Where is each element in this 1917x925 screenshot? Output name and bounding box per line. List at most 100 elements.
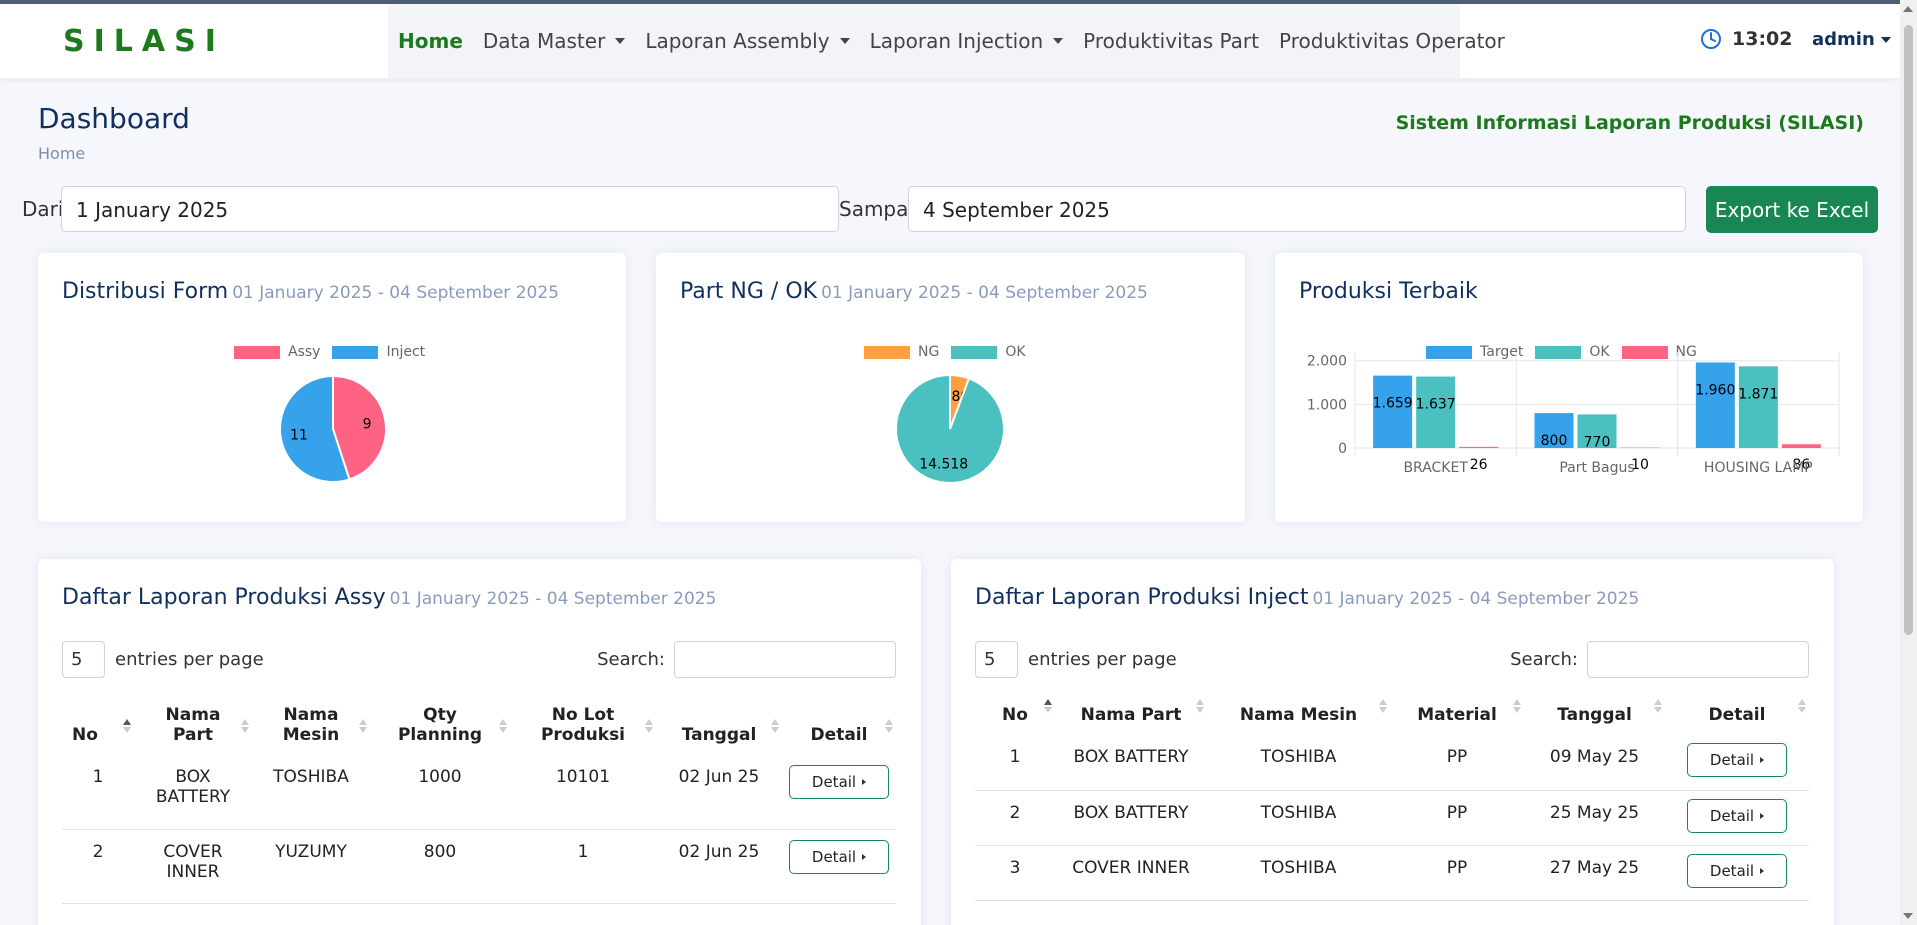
caret-right-icon <box>1760 812 1765 819</box>
per-page-label: entries per page <box>1028 649 1177 670</box>
cell-mesin: TOSHIBA <box>1207 845 1390 901</box>
cell-mesin: TOSHIBA <box>1207 790 1390 846</box>
col-header-label: Nama Part <box>1080 705 1182 725</box>
clock-time: 13:02 <box>1732 28 1793 50</box>
per-page-select[interactable]: 5 <box>62 641 105 678</box>
nav-home-label: Home <box>398 29 463 53</box>
to-date-input[interactable]: 4 September 2025 <box>908 186 1686 232</box>
cell-tanggal: 25 May 25 <box>1524 790 1665 846</box>
col-header-no-lot-produksi[interactable]: No Lot Produksi <box>510 705 656 755</box>
col-header-nama-mesin[interactable]: Nama Mesin <box>252 705 370 755</box>
card-title-text: Daftar Laporan Produksi Assy <box>62 585 386 610</box>
cell-part: COVER INNER <box>134 829 252 904</box>
cell-no: 2 <box>975 790 1055 846</box>
sort-icon <box>1798 697 1807 715</box>
col-header-nama-part[interactable]: Nama Part <box>134 705 252 755</box>
chevron-down-icon <box>615 38 626 44</box>
detail-button[interactable]: Detail <box>1687 853 1787 888</box>
nav-produktivitas-part-label: Produktivitas Part <box>1083 29 1259 53</box>
cell-part: COVER INNER <box>1055 845 1207 901</box>
brand-logo[interactable]: SILASI <box>63 24 225 59</box>
col-header-nama-mesin[interactable]: Nama Mesin <box>1207 699 1390 735</box>
search-input[interactable] <box>1587 641 1809 678</box>
produksi-terbaik-card: Produksi Terbaik Target OK NG 2.000 1.000… <box>1275 253 1863 522</box>
x-tick-label: Part Bagus <box>1559 460 1634 476</box>
card-title-text: Daftar Laporan Produksi Inject <box>975 585 1309 610</box>
table-row: 1 BOX BATTERY TOSHIBA PP 09 May 25 Detai… <box>975 735 1809 791</box>
cell-no: 3 <box>975 845 1055 901</box>
bar-value-label: 800 <box>1541 433 1568 449</box>
cell-lot: 1 <box>510 829 656 904</box>
cell-qty: 800 <box>370 829 510 904</box>
detail-button-label: Detail <box>1709 751 1755 769</box>
table-header-row: No Nama Part Nama Mesin Material Tanggal… <box>975 699 1809 735</box>
table-search: Search: <box>1510 641 1809 678</box>
detail-button-label: Detail <box>1709 861 1755 880</box>
cell-mesin: TOSHIBA <box>1207 735 1390 791</box>
from-date-input[interactable]: 1 January 2025 <box>61 186 839 232</box>
col-header-tanggal[interactable]: Tanggal <box>1524 699 1665 735</box>
cell-detail: Detail <box>782 755 896 830</box>
nav-laporan-injection[interactable]: Laporan Injection <box>870 29 1064 53</box>
nav-produktivitas-part[interactable]: Produktivitas Part <box>1083 29 1259 53</box>
scrollbar-thumb[interactable] <box>1904 25 1913 635</box>
bar <box>1781 444 1821 448</box>
col-header-tanggal[interactable]: Tanggal <box>656 705 782 755</box>
nav-home[interactable]: Home <box>398 29 463 53</box>
chevron-down-icon <box>1880 36 1891 43</box>
nav-produktivitas-operator-label: Produktivitas Operator <box>1279 29 1505 53</box>
bar-value-label: 1.871 <box>1738 386 1778 402</box>
col-header-no[interactable]: No <box>62 705 134 755</box>
caret-right-icon <box>862 779 867 785</box>
table-header-row: No Nama Part Nama Mesin Qty Planning No … <box>62 705 896 755</box>
x-tick-label: HOUSING LAMP <box>1704 460 1813 476</box>
sort-icon <box>885 717 894 735</box>
nav-data-master[interactable]: Data Master <box>483 29 626 53</box>
per-page-select[interactable]: 5 <box>975 641 1018 678</box>
col-header-detail[interactable]: Detail <box>782 705 896 755</box>
slice-label: 9 <box>363 417 372 433</box>
nav-laporan-assembly[interactable]: Laporan Assembly <box>645 29 850 53</box>
export-excel-button[interactable]: Export ke Excel <box>1706 186 1878 233</box>
col-header-detail[interactable]: Detail <box>1665 699 1809 735</box>
from-label: Dari <box>22 197 64 221</box>
col-header-label: Detail <box>1708 705 1766 725</box>
detail-button[interactable]: Detail <box>1687 798 1787 833</box>
sort-icon <box>645 717 654 735</box>
col-header-qty-planning[interactable]: Qty Planning <box>370 705 510 755</box>
scroll-up-icon[interactable] <box>1903 6 1913 12</box>
page-scrollbar[interactable] <box>1900 0 1917 925</box>
scroll-down-icon[interactable] <box>1903 913 1913 919</box>
table-row: 2 BOX BATTERY TOSHIBA PP 25 May 25 Detai… <box>975 790 1809 846</box>
cell-detail: Detail <box>1665 845 1809 901</box>
detail-button[interactable]: Detail <box>789 839 889 874</box>
breadcrumb-home[interactable]: Home <box>38 144 85 163</box>
to-label: Sampai <box>839 197 914 221</box>
assy-table: No Nama Part Nama Mesin Qty Planning No … <box>62 705 896 904</box>
col-header-nama-part[interactable]: Nama Part <box>1055 699 1207 735</box>
cell-part: BOX BATTERY <box>134 755 252 830</box>
slice-label: 11 <box>290 427 308 443</box>
col-header-material[interactable]: Material <box>1390 699 1524 735</box>
chevron-down-icon <box>1053 38 1064 44</box>
cell-part: BOX BATTERY <box>1055 735 1207 791</box>
cell-mesin: TOSHIBA <box>252 755 370 830</box>
col-header-no[interactable]: No <box>975 699 1055 735</box>
cell-tanggal: 02 Jun 25 <box>656 755 782 830</box>
sort-icon <box>359 717 368 735</box>
chevron-down-icon <box>839 38 850 44</box>
bar-value-label: 26 <box>1470 457 1488 473</box>
col-header-label: Material <box>1417 705 1497 725</box>
user-menu[interactable]: admin <box>1812 29 1891 50</box>
search-input[interactable] <box>674 641 896 678</box>
caret-right-icon <box>862 853 867 860</box>
slice-label: 14.518 <box>919 457 968 473</box>
detail-button[interactable]: Detail <box>1687 743 1787 777</box>
bar-value-label: 770 <box>1584 434 1611 450</box>
y-tick-label: 1.000 <box>1307 397 1347 413</box>
table-search: Search: <box>597 641 896 678</box>
nav-produktivitas-operator[interactable]: Produktivitas Operator <box>1279 29 1505 53</box>
detail-button[interactable]: Detail <box>789 765 889 799</box>
distribusi-pie-chart: 9 11 <box>279 374 387 483</box>
nav-laporan-injection-label: Laporan Injection <box>869 29 1044 53</box>
